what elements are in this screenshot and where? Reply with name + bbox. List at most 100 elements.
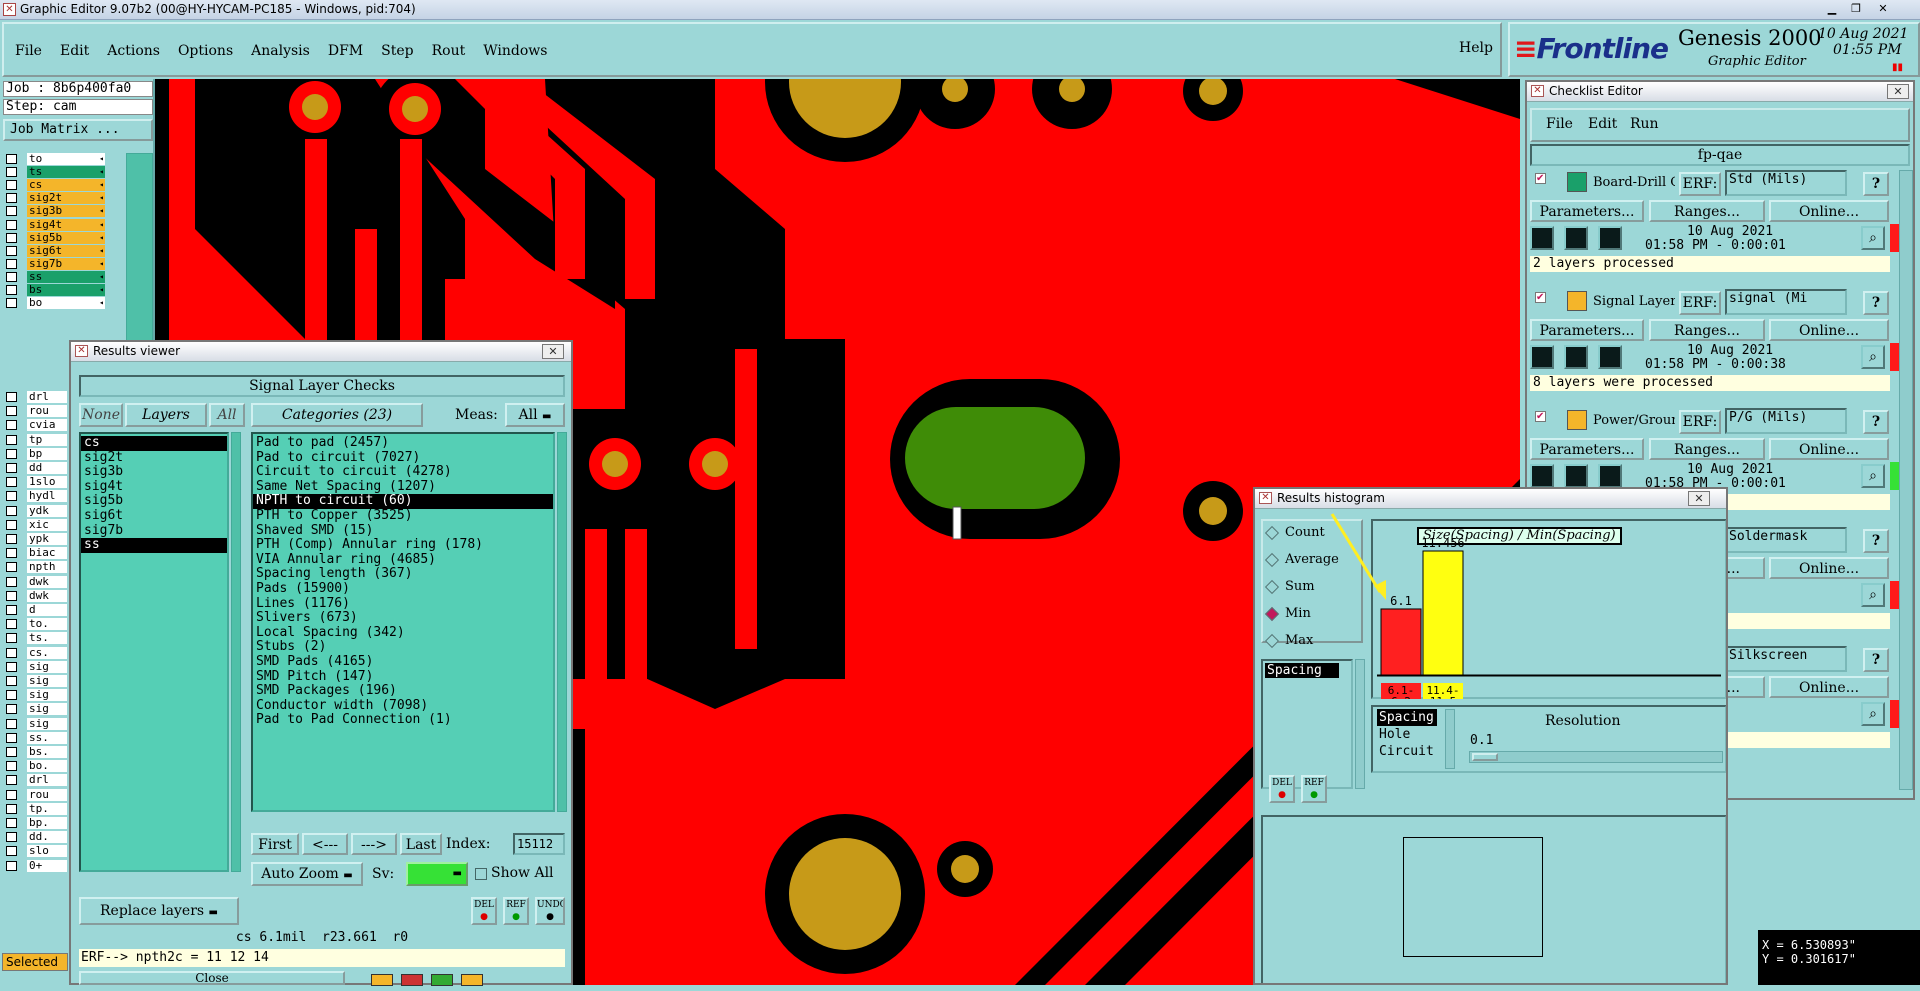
layer-row[interactable]: ss ◂ xyxy=(6,270,122,283)
layer-name[interactable]: bs. xyxy=(27,746,67,758)
menu-options[interactable]: Options xyxy=(178,43,233,59)
show-all-checkbox[interactable] xyxy=(475,868,487,880)
run-icon[interactable] xyxy=(1564,226,1588,250)
result-layer-item[interactable]: sig6t xyxy=(81,508,227,524)
result-layer-item[interactable]: sig4t xyxy=(81,479,227,495)
layer-row[interactable]: sig2t ◂ xyxy=(6,192,122,205)
layer-checkbox[interactable] xyxy=(6,633,17,644)
layer-checkbox[interactable] xyxy=(6,206,17,217)
layer-checkbox[interactable] xyxy=(6,761,17,772)
checklist-menu-edit[interactable]: Edit xyxy=(1588,116,1617,132)
layer-checkbox[interactable] xyxy=(6,154,17,164)
layer-name[interactable]: bo xyxy=(27,297,99,310)
layer-row[interactable]: bs ◂ xyxy=(6,284,122,296)
category-item[interactable]: Shaved SMD (15) xyxy=(253,523,553,539)
measure-item-spacing[interactable]: Spacing xyxy=(1265,663,1339,678)
category-item[interactable]: Pad to pad (2457) xyxy=(253,435,553,451)
layer-row[interactable]: to ◂ xyxy=(6,153,122,165)
menu-step[interactable]: Step xyxy=(381,43,413,59)
layer-name[interactable]: to. xyxy=(27,618,67,631)
layer-checkbox[interactable] xyxy=(6,619,17,630)
category-item[interactable]: Spacing length (367) xyxy=(253,567,553,582)
layer-checkbox[interactable] xyxy=(6,285,17,295)
measure-scrollbar[interactable] xyxy=(1355,659,1365,789)
layer-row[interactable]: drl xyxy=(6,774,70,787)
layer-row[interactable]: npth xyxy=(6,561,70,574)
layer-name[interactable]: cs xyxy=(27,179,99,192)
layer-checkbox[interactable] xyxy=(6,605,17,615)
layer-checkbox[interactable] xyxy=(6,463,17,473)
result-layer-item[interactable]: sig5b xyxy=(81,494,227,509)
slider-thumb[interactable] xyxy=(1472,753,1498,761)
help-button[interactable]: ? xyxy=(1863,291,1889,315)
layer-row[interactable]: sig xyxy=(6,703,70,716)
category-item[interactable]: SMD Pitch (147) xyxy=(253,669,553,685)
layer-name[interactable]: ts. xyxy=(27,632,67,645)
zoom-icon[interactable]: ⌕ xyxy=(1861,464,1885,488)
run-icon[interactable] xyxy=(1598,345,1622,369)
layer-row[interactable]: biac xyxy=(6,547,70,560)
layer-row[interactable]: bo. xyxy=(6,760,70,773)
layer-row[interactable]: tp xyxy=(6,433,70,446)
layer-row[interactable]: dd xyxy=(6,462,70,474)
layer-row[interactable]: sig6t ◂ xyxy=(6,244,122,257)
layer-checkbox[interactable] xyxy=(6,775,17,786)
layer-row[interactable]: sig4t ◂ xyxy=(6,218,122,231)
result-layer-item[interactable]: sig7b xyxy=(81,523,227,539)
category-item[interactable]: SMD Pads (4165) xyxy=(253,654,553,670)
help-button[interactable]: ? xyxy=(1863,410,1889,434)
parameters-button[interactable]: Parameters... xyxy=(1530,200,1644,222)
layer-row[interactable]: cs. xyxy=(6,646,70,659)
layer-checkbox[interactable] xyxy=(6,180,17,191)
replace-layers-select[interactable]: Replace layers ▬ xyxy=(79,897,239,925)
layer-name[interactable]: sig2t xyxy=(27,192,99,205)
layer-name[interactable]: sig xyxy=(27,717,67,730)
checklist-menu-file[interactable]: File xyxy=(1546,116,1573,132)
layer-row[interactable]: sig7b ◂ xyxy=(6,257,122,270)
layer-name[interactable]: cs. xyxy=(27,646,67,659)
online-button[interactable]: Online... xyxy=(1769,557,1889,579)
measure-list[interactable]: Spacing xyxy=(1261,659,1353,789)
layer-row[interactable]: dwk xyxy=(6,589,70,602)
del-button[interactable]: DEL ● xyxy=(471,897,497,925)
layer-checkbox[interactable] xyxy=(6,590,17,601)
layer-checkbox[interactable] xyxy=(6,420,17,431)
layer-checkbox[interactable] xyxy=(6,271,17,282)
hist-del-button[interactable]: DEL ● xyxy=(1269,775,1295,803)
menu-analysis[interactable]: Analysis xyxy=(251,43,310,59)
layer-row[interactable]: dwk xyxy=(6,575,70,588)
run-icon[interactable] xyxy=(1598,464,1622,488)
job-matrix-button[interactable]: Job Matrix ... xyxy=(3,119,153,141)
category-item[interactable]: NPTH to circuit (60) xyxy=(253,494,553,509)
layer-checkbox[interactable] xyxy=(6,789,17,800)
layer-checkbox[interactable] xyxy=(6,747,17,757)
layer-name[interactable]: d xyxy=(27,604,67,616)
result-layer-item[interactable]: sig2t xyxy=(81,450,227,466)
layer-checkbox[interactable] xyxy=(6,818,17,828)
ranges-button[interactable]: Ranges... xyxy=(1649,319,1765,341)
layer-name[interactable]: sig xyxy=(27,660,67,673)
run-icon[interactable] xyxy=(1530,226,1554,250)
zoom-icon[interactable]: ⌕ xyxy=(1861,583,1885,607)
category-item[interactable]: Pads (15900) xyxy=(253,581,553,597)
layer-row[interactable]: bs. xyxy=(6,746,70,758)
layer-checkbox[interactable] xyxy=(6,448,17,459)
tool-icon[interactable] xyxy=(461,974,483,986)
undo-button[interactable]: UNDO ● xyxy=(535,897,565,925)
layer-row[interactable]: 1slo xyxy=(6,476,70,489)
metric-radio-count[interactable]: Count xyxy=(1264,522,1345,544)
category-item[interactable]: Conductor width (7098) xyxy=(253,698,553,714)
layer-name[interactable]: 0+ xyxy=(27,859,67,872)
layer-checkbox[interactable] xyxy=(6,846,17,857)
resolution-slider[interactable] xyxy=(1469,751,1723,763)
layer-checkbox[interactable] xyxy=(6,245,17,256)
close-window-button[interactable]: ✕ xyxy=(1870,3,1896,16)
layer-name[interactable]: dwk xyxy=(27,589,67,602)
layer-row[interactable]: 0+ xyxy=(6,859,70,872)
minimize-button[interactable]: ▁ xyxy=(1822,3,1842,16)
kind-scrollbar[interactable] xyxy=(1445,709,1455,769)
layer-checkbox[interactable] xyxy=(6,562,17,573)
category-item[interactable]: Same Net Spacing (1207) xyxy=(253,479,553,495)
help-button[interactable]: ? xyxy=(1863,172,1889,196)
ranges-button[interactable]: Ranges... xyxy=(1649,438,1765,460)
